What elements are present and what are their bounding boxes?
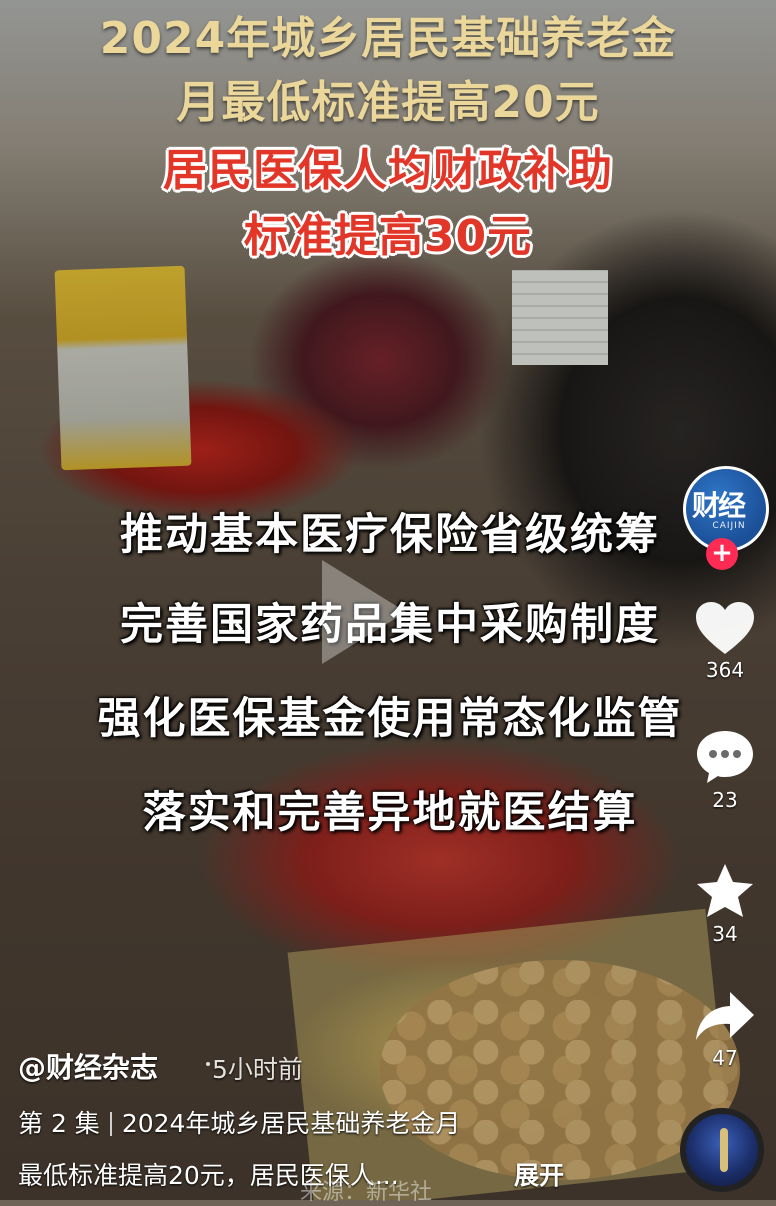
expand-button[interactable]: 展开	[514, 1156, 564, 1192]
music-disc-figure	[720, 1128, 728, 1172]
play-icon[interactable]	[322, 560, 406, 664]
divider	[109, 1112, 112, 1136]
comment-button[interactable]: 23	[690, 728, 760, 812]
follow-button[interactable]: +	[706, 538, 738, 570]
separator-dot	[206, 1062, 210, 1066]
headline-line-3: 居民医保人均财政补助	[163, 145, 613, 196]
post-time: 5小时前	[212, 1055, 303, 1084]
music-disc-icon[interactable]	[680, 1108, 764, 1192]
comment-icon	[697, 731, 753, 783]
caption-bullet-3: 强化医保基金使用常态化监管	[97, 694, 683, 744]
share-arrow-icon	[696, 992, 754, 1040]
author-name[interactable]: @财经杂志	[18, 1046, 158, 1086]
source-watermark: 来源：新华社	[300, 1180, 433, 1205]
like-count: 364	[705, 658, 745, 682]
favorite-count: 34	[712, 922, 738, 946]
episode-label[interactable]: 第 2 集	[18, 1109, 100, 1138]
caption-bullet-4: 落实和完善异地就医结算	[142, 788, 638, 838]
share-button[interactable]: 47	[690, 990, 760, 1070]
star-icon	[697, 864, 753, 917]
share-count: 47	[712, 1046, 738, 1070]
headline-line-4: 标准提高30元	[243, 211, 533, 262]
headline-line-2: 月最低标准提高20元	[176, 77, 600, 128]
description-text-1: 2024年城乡居民基础养老金月	[121, 1109, 461, 1138]
headline-line-1: 2024年城乡居民基础养老金	[99, 13, 677, 64]
caption-bullet-1: 推动基本医疗保险省级统筹	[120, 510, 660, 560]
favorite-button[interactable]: 34	[690, 862, 760, 946]
post-description-line-1[interactable]: 第 2 集 2024年城乡居民基础养老金月	[18, 1104, 460, 1140]
heart-icon	[696, 602, 754, 654]
like-button[interactable]: 364	[690, 600, 760, 682]
channel-logo-text: 财经	[692, 489, 746, 522]
comment-count: 23	[712, 788, 738, 812]
channel-logo-sub: CAIJIN	[712, 521, 746, 531]
